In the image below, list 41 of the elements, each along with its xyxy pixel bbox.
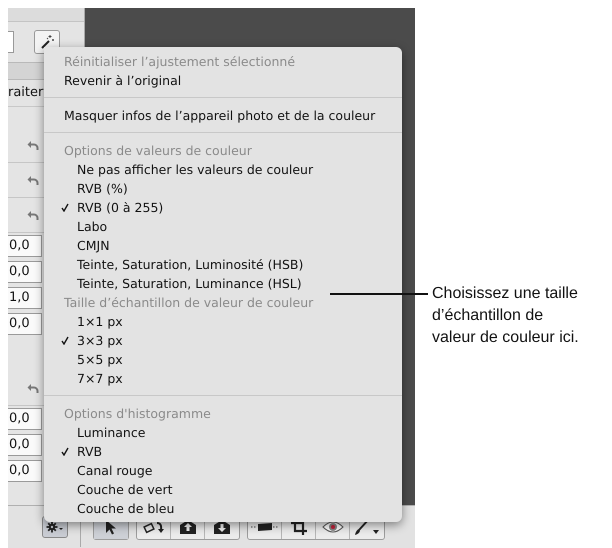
menu-item[interactable]: Teinte, Saturation, Luminosité (HSB) — [44, 255, 402, 274]
checkmark-icon — [61, 336, 69, 345]
crop-icon — [290, 519, 306, 535]
value-field[interactable]: 0,0 — [8, 434, 42, 456]
menu-item[interactable]: RVB — [44, 442, 402, 461]
menu-item[interactable]: Luminance — [44, 423, 402, 442]
input-field[interactable] — [8, 31, 14, 53]
pointer-icon — [105, 519, 117, 535]
value-field[interactable]: 0,0 — [8, 460, 42, 482]
menu-item[interactable]: Ne pas afficher les valeurs de couleur — [44, 160, 402, 179]
callout-text: Choisissez une taille d’échantillon de valeur de couleur ici. — [432, 284, 580, 348]
menu-item[interactable]: 3×3 px — [44, 331, 402, 350]
menu-item[interactable]: 7×7 px — [44, 369, 402, 388]
menu-item[interactable]: RVB (%) — [44, 179, 402, 198]
undo-icon[interactable] — [27, 382, 39, 394]
menu-item[interactable]: RVB (0 à 255) — [44, 198, 402, 217]
menu-section-header: Taille d’échantillon de valeur de couleur — [64, 294, 314, 312]
menu-item[interactable]: Canal rouge — [44, 461, 402, 480]
menu-item[interactable]: Couche de vert — [44, 480, 402, 499]
straighten-icon — [250, 521, 278, 533]
menu-item[interactable]: CMJN — [44, 236, 402, 255]
menu-item[interactable]: Labo — [44, 217, 402, 236]
value-field[interactable]: 0,0 — [8, 408, 42, 430]
checkmark-icon — [61, 447, 69, 456]
menu-section-header: Options de valeurs de couleur — [64, 142, 252, 160]
value-field[interactable]: 0,0 — [8, 235, 42, 257]
menu-item[interactable]: 5×5 px — [44, 350, 402, 369]
checkmark-icon — [61, 203, 69, 212]
rotate-icon — [142, 520, 164, 534]
value-field[interactable]: 0,0 — [8, 313, 42, 335]
menu-item[interactable]: Masquer infos de l’appareil photo et de la couleur — [44, 106, 402, 125]
menu-item[interactable]: Couche de bleu — [44, 499, 402, 518]
undo-icon[interactable] — [27, 140, 39, 150]
menu-section-header: Options d'histogramme — [64, 405, 211, 423]
value-field[interactable]: 0,0 — [8, 261, 42, 283]
value-field[interactable]: 1,0 — [8, 287, 42, 309]
menu-item[interactable]: Teinte, Saturation, Luminance (HSL) — [44, 274, 402, 293]
menu-item[interactable]: 1×1 px — [44, 312, 402, 331]
menu-item[interactable]: Revenir à l’original — [44, 71, 402, 90]
undo-icon[interactable] — [27, 174, 39, 186]
undo-icon[interactable] — [27, 210, 39, 220]
